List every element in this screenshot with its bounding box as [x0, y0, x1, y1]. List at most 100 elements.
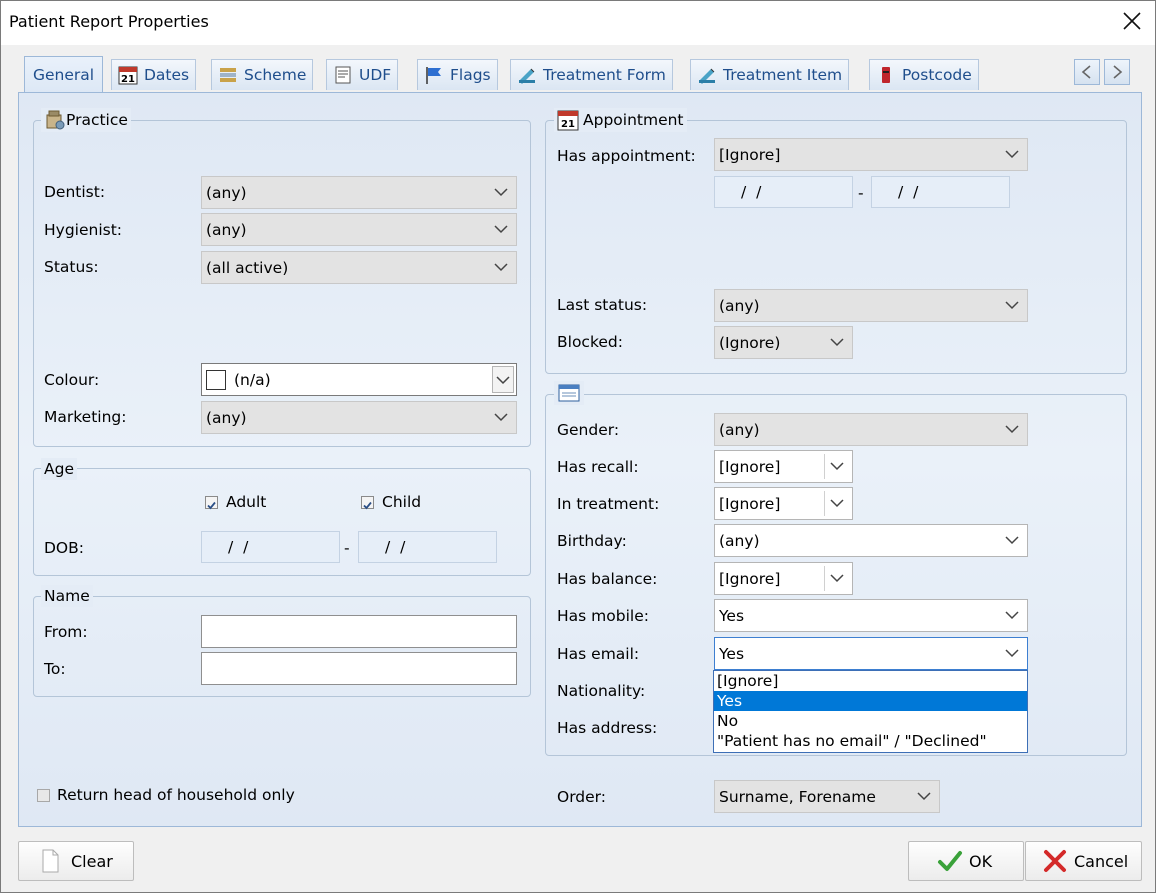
dropdown-option-ignore[interactable]: [Ignore] [714, 671, 1027, 691]
has-email-select[interactable]: Yes [714, 637, 1028, 670]
chevron-down-icon [830, 461, 844, 471]
dob-to-date[interactable]: / / [358, 531, 497, 563]
tab-dates[interactable]: 21 Dates [111, 59, 197, 90]
chevron-down-icon [830, 573, 844, 583]
practice-group-title: Practice [41, 108, 131, 132]
name-to-label: To: [44, 660, 66, 678]
dob-label: DOB: [44, 539, 84, 557]
tab-udf[interactable]: UDF [326, 59, 399, 90]
chevron-down-icon [917, 791, 931, 801]
tab-scroll-right-button[interactable] [1104, 59, 1130, 85]
svg-text:21: 21 [561, 119, 575, 130]
last-status-select[interactable]: (any) [714, 289, 1028, 322]
chevron-down-icon [830, 337, 844, 347]
chevron-down-icon [1005, 610, 1019, 620]
birthday-select[interactable]: (any) [714, 524, 1028, 557]
tab-general[interactable]: General [24, 56, 104, 92]
blocked-select[interactable]: (Ignore) [714, 326, 853, 359]
gender-label: Gender: [557, 421, 620, 439]
has-mobile-label: Has mobile: [557, 607, 649, 625]
tab-scroll-left-button[interactable] [1074, 59, 1100, 85]
clear-button[interactable]: Clear [18, 841, 134, 881]
flag-icon [424, 65, 444, 85]
dropdown-option-no[interactable]: No [714, 711, 1027, 731]
chevron-down-icon [494, 224, 508, 234]
colour-dropdown-button[interactable] [492, 366, 514, 393]
has-email-label: Has email: [557, 645, 640, 663]
marketing-label: Marketing: [44, 408, 127, 426]
gender-select[interactable]: (any) [714, 413, 1028, 446]
calendar-icon: 21 [118, 65, 138, 85]
child-checkbox[interactable] [361, 496, 374, 510]
dentist-label: Dentist: [44, 183, 106, 201]
status-label: Status: [44, 258, 99, 276]
dob-separator: - [344, 539, 350, 557]
appointment-to-date[interactable]: / / [871, 176, 1010, 208]
has-recall-label: Has recall: [557, 458, 639, 476]
has-email-dropdown-list: [Ignore] Yes No "Patient has no email" /… [713, 670, 1028, 753]
chevron-down-icon [496, 376, 510, 385]
has-mobile-select[interactable]: Yes [714, 599, 1028, 632]
hygienist-select[interactable]: (any) [201, 213, 517, 246]
order-select[interactable]: Surname, Forename [714, 780, 940, 813]
checkmark-icon [937, 849, 963, 873]
colour-swatch [206, 369, 226, 390]
tab-label: Treatment Item [723, 66, 843, 84]
colour-label: Colour: [44, 371, 100, 389]
dialog-window: Patient Report Properties General 21 Dat… [0, 0, 1156, 893]
appointment-from-date[interactable]: / / [714, 176, 853, 208]
tab-treatment-form[interactable]: Treatment Form [510, 59, 673, 90]
chevron-down-icon [1005, 424, 1019, 434]
tab-treatment-item[interactable]: Treatment Item [690, 59, 850, 90]
adult-label: Adult [226, 493, 267, 511]
chevron-down-icon [494, 187, 508, 197]
checkmark-icon [363, 501, 372, 510]
tab-flags[interactable]: Flags [417, 59, 498, 90]
order-label: Order: [557, 788, 606, 806]
tab-label: Postcode [902, 66, 972, 84]
treatment-icon [517, 65, 537, 85]
has-balance-label: Has balance: [557, 570, 658, 588]
cancel-button[interactable]: Cancel [1025, 841, 1142, 881]
close-icon[interactable] [1121, 10, 1143, 32]
nationality-label: Nationality: [557, 682, 646, 700]
dropdown-option-yes[interactable]: Yes [714, 691, 1027, 711]
window-title: Patient Report Properties [9, 12, 209, 31]
dropdown-option-declined[interactable]: "Patient has no email" / "Declined" [714, 731, 1027, 751]
tab-label: Treatment Form [543, 66, 666, 84]
tab-label: General [33, 65, 95, 84]
name-to-input[interactable] [201, 652, 517, 685]
has-balance-select[interactable]: [Ignore] [714, 562, 853, 595]
has-recall-select[interactable]: [Ignore] [714, 450, 853, 483]
chevron-down-icon [830, 498, 844, 508]
in-treatment-select[interactable]: [Ignore] [714, 487, 853, 520]
title-bar: Patient Report Properties [1, 1, 1155, 45]
ok-button[interactable]: OK [908, 841, 1024, 881]
dentist-select[interactable]: (any) [201, 176, 517, 209]
marketing-select[interactable]: (any) [201, 401, 517, 434]
practice-icon [46, 110, 65, 130]
tab-label: UDF [359, 66, 392, 84]
svg-text:21: 21 [121, 74, 135, 85]
tab-postcode[interactable]: Postcode [869, 59, 979, 90]
status-select[interactable]: (all active) [201, 251, 517, 284]
colour-select[interactable]: (n/a) [201, 363, 517, 396]
name-from-input[interactable] [201, 615, 517, 648]
chevron-down-icon [494, 262, 508, 272]
has-appointment-select[interactable]: [Ignore] [714, 138, 1028, 171]
calendar-icon: 21 [557, 110, 579, 131]
has-address-label: Has address: [557, 719, 658, 737]
dob-from-date[interactable]: / / [201, 531, 340, 563]
in-treatment-label: In treatment: [557, 495, 660, 513]
hygienist-label: Hygienist: [44, 221, 123, 239]
tab-scheme[interactable]: Scheme [211, 59, 314, 90]
birthday-label: Birthday: [557, 532, 627, 550]
cross-icon [1042, 849, 1068, 873]
child-label: Child [382, 493, 422, 511]
window-form-icon [558, 384, 580, 402]
postbox-icon [876, 65, 896, 85]
head-of-household-checkbox[interactable] [37, 789, 50, 802]
tab-label: Dates [144, 66, 190, 84]
adult-checkbox[interactable] [205, 496, 218, 510]
name-group-title: Name [41, 585, 93, 607]
